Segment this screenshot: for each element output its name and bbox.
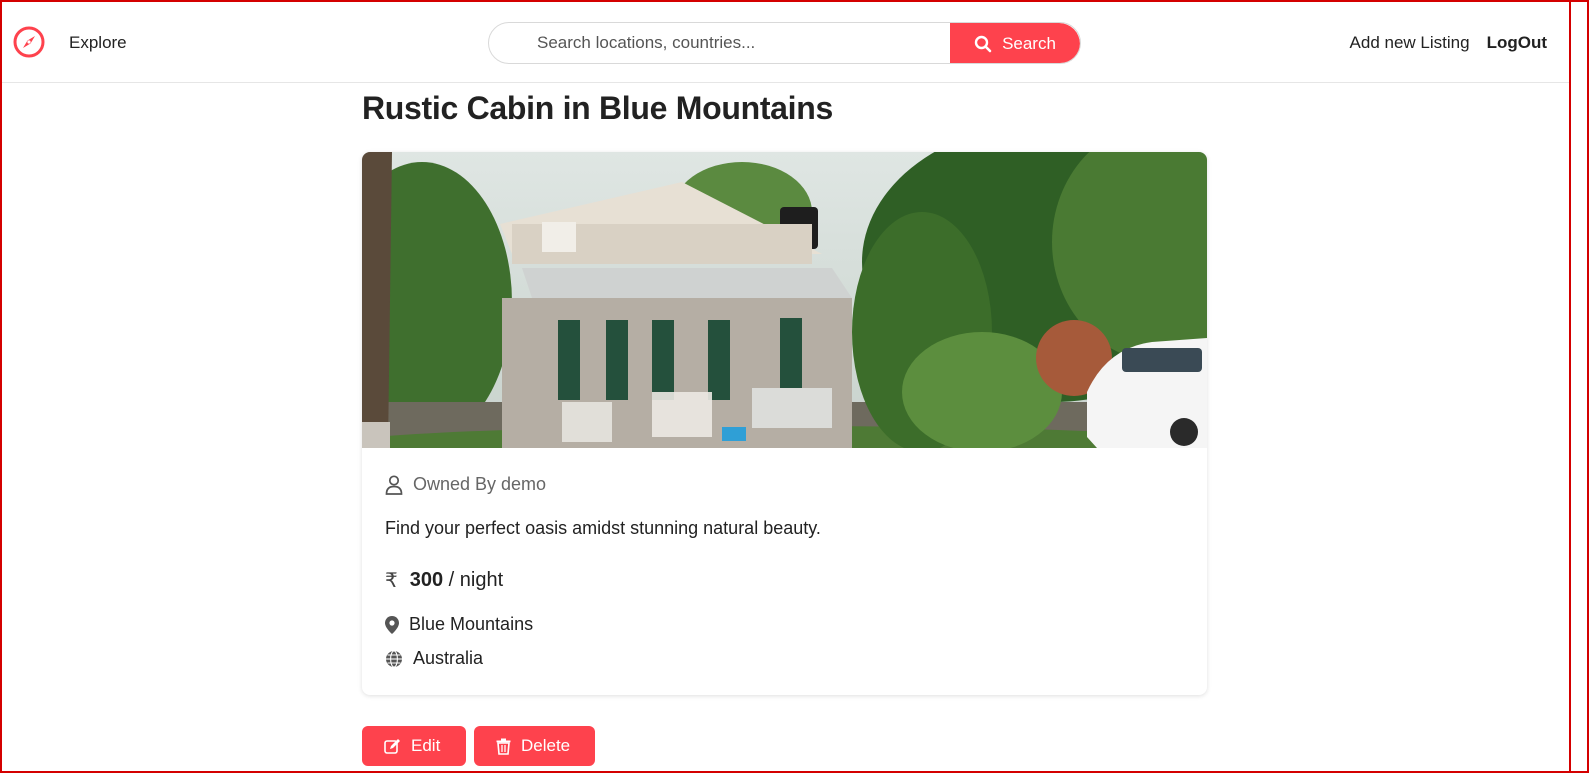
- price-amount: 300: [409, 569, 444, 591]
- owner-row: Owned By demo: [385, 474, 546, 495]
- edit-button-label: Edit: [411, 736, 441, 755]
- location-text: Blue Mountains: [409, 614, 534, 634]
- edit-button[interactable]: Edit: [362, 726, 466, 766]
- rupee-icon: ₹: [385, 570, 398, 592]
- country-row: Australia: [385, 648, 483, 669]
- listing-image: [362, 152, 1207, 448]
- compass-icon[interactable]: [12, 25, 46, 59]
- trash-icon: [496, 738, 511, 755]
- search-bar: Search: [488, 22, 1081, 64]
- edit-icon: [384, 738, 400, 754]
- search-button-label: Search: [1002, 34, 1056, 53]
- listing-photo: [362, 152, 1207, 448]
- country-text: Australia: [413, 648, 484, 668]
- price-unit: / night: [448, 569, 504, 591]
- delete-button[interactable]: Delete: [474, 726, 595, 766]
- price-row: ₹ 300 / night: [385, 568, 503, 593]
- delete-button-label: Delete: [521, 736, 571, 755]
- nav-explore-link[interactable]: Explore: [69, 33, 127, 53]
- search-button[interactable]: Search: [950, 23, 1080, 63]
- search-icon: [974, 35, 992, 53]
- page-title: Rustic Cabin in Blue Mountains: [362, 90, 834, 126]
- location-row: Blue Mountains: [385, 614, 533, 635]
- listing-description: Find your perfect oasis amidst stunning …: [385, 518, 821, 538]
- search-input[interactable]: [489, 23, 950, 63]
- user-icon: [385, 474, 403, 495]
- map-pin-icon: [385, 615, 399, 634]
- window-edge: [1569, 0, 1589, 773]
- add-listing-link[interactable]: Add new Listing: [1350, 33, 1470, 53]
- globe-icon: [386, 649, 402, 668]
- nav-right-links: Add new Listing LogOut: [1350, 33, 1547, 53]
- listing-card: Owned By demo Find your perfect oasis am…: [362, 152, 1207, 695]
- logout-link[interactable]: LogOut: [1487, 33, 1547, 53]
- navbar: Explore Search Add new Listing LogOut: [0, 0, 1569, 83]
- owner-text: Owned By demo: [413, 474, 547, 494]
